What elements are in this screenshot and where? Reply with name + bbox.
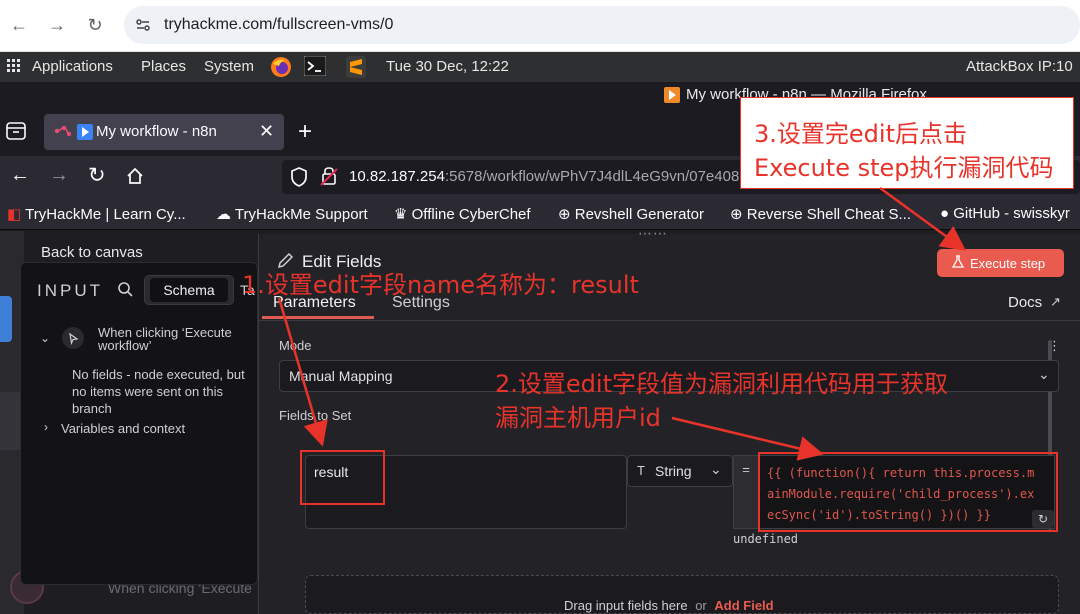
fx-url-text[interactable]: 10.82.187.254:5678/workflow/wPhV7J4dlL4e…	[349, 168, 739, 185]
tryhackme-favicon-icon: ◧	[7, 206, 22, 223]
variables-context[interactable]: Variables and context	[61, 421, 185, 436]
url-path: :5678/workflow/wPhV7J4dlL4eG9vn/07e408	[444, 168, 740, 185]
globe-icon: ⊕	[730, 206, 743, 223]
menu-applications[interactable]: Applications	[32, 58, 113, 75]
play-badge-icon	[77, 124, 93, 140]
attackbox-ip: AttackBox IP:10	[966, 58, 1073, 75]
bookmark-label: Reverse Shell Cheat S...	[746, 206, 911, 223]
chef-favicon-icon: ♛	[394, 206, 408, 223]
github-favicon-icon: ●	[940, 205, 950, 222]
highlight-box-field-value	[758, 452, 1058, 532]
bookmark-label: TryHackMe | Learn Cy...	[25, 206, 186, 223]
bookmark-thm-support[interactable]: ☁ TryHackMe Support	[216, 205, 368, 223]
shield-icon[interactable]	[290, 167, 308, 187]
execute-step-label: Execute step	[970, 256, 1046, 271]
options-icon[interactable]: ⋮	[1048, 338, 1061, 354]
drag-text: Drag input fields here	[564, 598, 688, 613]
close-tab-icon[interactable]: ✕	[259, 121, 274, 142]
fx-home-icon[interactable]	[126, 167, 144, 185]
fx-back-icon[interactable]: ←	[10, 164, 30, 187]
firefox-launcher-icon[interactable]	[270, 56, 292, 78]
bookmark-cyberchef[interactable]: ♛ Offline CyberChef	[394, 205, 531, 223]
expression-equals-icon: =	[733, 455, 759, 529]
external-link-icon[interactable]: ↗	[1050, 294, 1061, 310]
cursor-click-icon	[62, 327, 84, 349]
sidebar-toggle-icon[interactable]	[0, 296, 12, 342]
drag-handle-icon[interactable]: ⋯⋯	[638, 225, 668, 242]
chevron-right-icon[interactable]: ›	[44, 420, 48, 434]
reload-icon[interactable]: ↻	[84, 14, 106, 36]
menu-places[interactable]: Places	[141, 58, 186, 75]
or-text: or	[695, 598, 707, 613]
bookmark-label: GitHub - swisskyr	[953, 205, 1070, 222]
bookmark-reverse-shell[interactable]: ⊕ Reverse Shell Cheat S...	[730, 205, 911, 223]
annotation-2-line1: 2.设置edit字段值为漏洞利用代码用于获取	[495, 370, 948, 398]
globe-icon: ⊕	[558, 206, 571, 223]
chevron-down-icon[interactable]: ⌄	[40, 331, 50, 345]
expression-result: undefined	[733, 532, 799, 546]
mode-label: Mode	[279, 338, 312, 353]
insecure-lock-icon[interactable]	[320, 166, 338, 186]
tab-schema[interactable]: Schema	[150, 278, 228, 302]
bookmark-label: Revshell Generator	[574, 206, 704, 223]
no-fields-message: No fields - node executed, but no items …	[72, 367, 245, 416]
trigger-node-label: When clicking ‘Execute workflow’	[98, 325, 232, 353]
fx-reload-icon[interactable]: ↻	[88, 163, 106, 188]
drag-row: Drag input fields here or Add Field	[564, 598, 774, 613]
active-tab-indicator	[262, 316, 374, 319]
youtube-favicon-icon	[664, 87, 680, 103]
outer-url-text[interactable]: tryhackme.com/fullscreen-vms/0	[164, 16, 393, 34]
select-chevron-icon[interactable]: ⌄	[1038, 366, 1050, 383]
panel-datetime[interactable]: Tue 30 Dec, 12:22	[386, 58, 509, 75]
field-type-value: String	[655, 463, 692, 479]
apps-grid-icon[interactable]	[7, 56, 21, 73]
terminal-launcher-icon[interactable]	[304, 56, 326, 76]
back-to-canvas-link[interactable]: Back to canvas	[41, 244, 143, 261]
annotation-3-line1: 3.设置完edit后点击	[754, 120, 967, 148]
back-icon[interactable]: ←	[8, 14, 30, 36]
bookmark-label: TryHackMe Support	[234, 206, 368, 223]
bookmark-github[interactable]: ● GitHub - swisskyr	[940, 205, 1070, 222]
flask-icon	[952, 255, 964, 269]
text-type-icon: T	[637, 463, 645, 478]
fields-to-set-label: Fields to Set	[279, 408, 352, 423]
tab-divider	[258, 320, 1080, 321]
bookmark-label: Offline CyberChef	[411, 206, 531, 223]
sublime-launcher-icon[interactable]	[346, 56, 366, 78]
mode-value: Manual Mapping	[289, 368, 393, 384]
bookmark-revshell[interactable]: ⊕ Revshell Generator	[558, 205, 704, 223]
tab-overview-icon[interactable]	[6, 122, 26, 140]
menu-system[interactable]: System	[204, 58, 254, 75]
support-favicon-icon: ☁	[216, 206, 231, 223]
fx-forward-icon[interactable]: →	[49, 164, 69, 187]
new-tab-icon[interactable]: +	[298, 118, 312, 146]
docs-link[interactable]: Docs	[1008, 294, 1042, 311]
highlight-box-field-name	[300, 450, 385, 505]
input-title: INPUT	[37, 281, 103, 300]
annotation-1: 1.设置edit字段name名称为：result	[242, 271, 639, 299]
annotation-2-line2: 漏洞主机用户id	[495, 404, 661, 432]
url-host: 10.82.187.254	[349, 168, 445, 185]
n8n-favicon-icon	[54, 124, 72, 138]
type-chevron-icon[interactable]: ⌄	[710, 461, 722, 478]
bookmark-tryhackme[interactable]: ◧ TryHackMe | Learn Cy...	[7, 205, 186, 223]
forward-icon[interactable]: →	[46, 14, 68, 36]
annotation-3-line2: Execute step执行漏洞代码	[754, 154, 1054, 182]
tab-label: My workflow - n8n	[96, 123, 217, 140]
search-icon[interactable]	[117, 281, 133, 297]
site-info-icon[interactable]	[135, 17, 151, 33]
desktop-panel: Applications Places System Tue 30 Dec, 1…	[0, 52, 1080, 82]
add-field-link[interactable]: Add Field	[714, 598, 773, 613]
